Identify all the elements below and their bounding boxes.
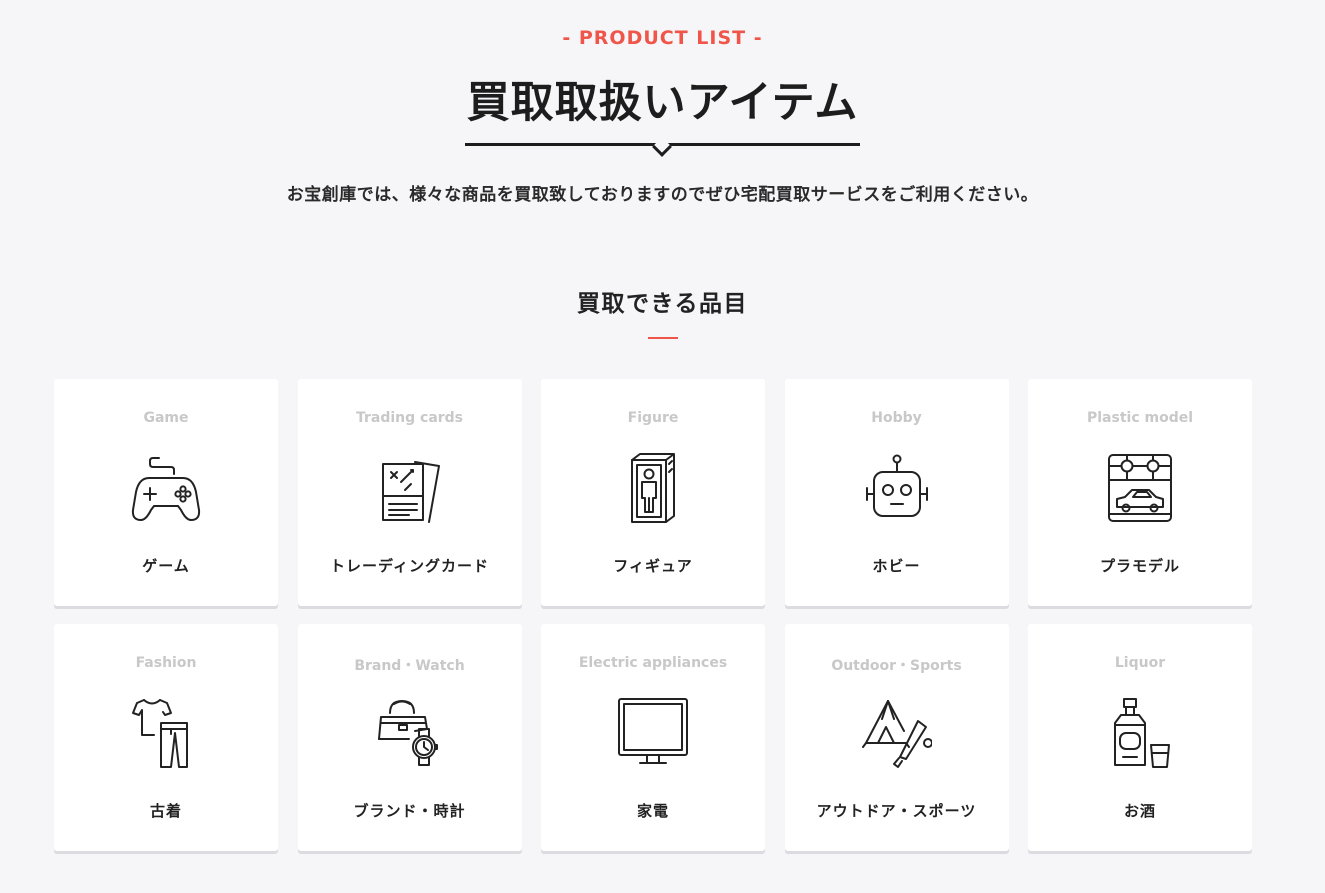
clothing-icon bbox=[131, 697, 201, 769]
category-jp-label: ゲーム bbox=[142, 557, 190, 575]
category-card-trading-cards[interactable]: Trading cards トレーディングカード bbox=[297, 379, 522, 606]
category-en-label: Brand・Watch bbox=[354, 658, 465, 674]
category-card-outdoor-sports[interactable]: Outdoor・Sports アウトドア・スポーツ bbox=[784, 624, 1009, 851]
trading-cards-icon bbox=[375, 452, 445, 524]
category-jp-label: プラモデル bbox=[1099, 557, 1180, 575]
category-jp-label: お酒 bbox=[1123, 802, 1156, 820]
category-en-label: Plastic model bbox=[1086, 410, 1194, 426]
category-jp-label: 家電 bbox=[636, 802, 669, 820]
category-en-label: Electric appliances bbox=[578, 655, 728, 671]
product-list-page: - PRODUCT LIST - 買取取扱いアイテム お宝創庫では、様々な商品を… bbox=[0, 0, 1325, 893]
page-title: 買取取扱いアイテム bbox=[464, 68, 861, 157]
category-jp-label: ブランド・時計 bbox=[353, 802, 466, 820]
category-en-label: Figure bbox=[627, 410, 679, 426]
lead-text: お宝創庫では、様々な商品を買取致しておりますのでぜひ宅配買取サービスをご利用くだ… bbox=[286, 185, 1039, 205]
section-title-rule bbox=[648, 337, 678, 339]
category-card-game[interactable]: Game ゲーム bbox=[54, 379, 278, 606]
plastic-model-icon bbox=[1105, 452, 1175, 524]
category-en-label: Liquor bbox=[1114, 655, 1166, 671]
category-jp-label: ホビー bbox=[872, 557, 921, 575]
robot-icon bbox=[862, 452, 932, 524]
category-en-label: Game bbox=[143, 410, 189, 426]
category-card-electric-appliances[interactable]: Electric appliances 家電 bbox=[541, 624, 765, 851]
category-jp-label: 古着 bbox=[149, 802, 182, 820]
category-card-hobby[interactable]: Hobby ホビー bbox=[784, 379, 1009, 606]
category-en-label: Trading cards bbox=[355, 410, 464, 426]
bag-watch-icon bbox=[375, 697, 445, 769]
monitor-icon bbox=[618, 697, 688, 769]
page-title-text: 買取取扱いアイテム bbox=[466, 78, 859, 128]
title-underline-notch bbox=[652, 137, 673, 157]
category-card-fashion[interactable]: Fashion 古着 bbox=[54, 624, 278, 851]
liquor-bottle-icon bbox=[1105, 697, 1175, 769]
page-title-wrap: 買取取扱いアイテム bbox=[0, 68, 1325, 157]
tent-bat-icon bbox=[861, 697, 932, 769]
category-card-plastic-model[interactable]: Plastic model プラモデル bbox=[1028, 379, 1252, 606]
category-jp-label: アウトドア・スポーツ bbox=[816, 802, 977, 820]
category-jp-label: フィギュア bbox=[613, 557, 693, 575]
section-eyebrow: - PRODUCT LIST - bbox=[562, 27, 763, 49]
category-en-label: Hobby bbox=[871, 410, 922, 426]
category-en-label: Fashion bbox=[135, 655, 197, 671]
section-title: 買取できる品目 bbox=[576, 291, 749, 317]
category-en-label: Outdoor・Sports bbox=[831, 658, 962, 674]
figure-box-icon bbox=[618, 452, 688, 524]
category-jp-label: トレーディングカード bbox=[330, 557, 489, 575]
category-card-brand-watch[interactable]: Brand・Watch ブランド・時計 bbox=[297, 624, 522, 851]
category-grid: Game ゲーム Trading cards トレーディングカード Figure… bbox=[54, 379, 1252, 851]
category-card-figure[interactable]: Figure フィギュア bbox=[541, 379, 765, 606]
category-card-liquor[interactable]: Liquor お酒 bbox=[1028, 624, 1252, 851]
game-controller-icon bbox=[131, 452, 201, 524]
